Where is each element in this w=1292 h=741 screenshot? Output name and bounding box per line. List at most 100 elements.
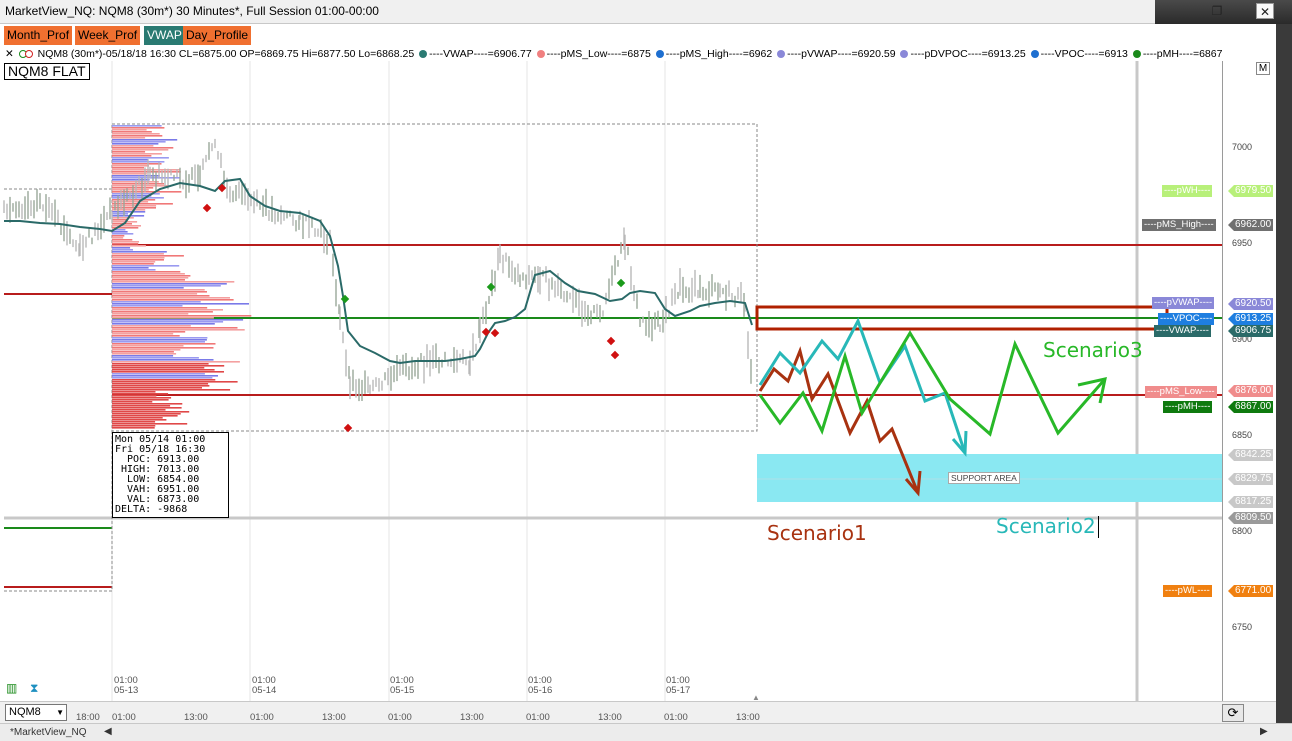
profile-bar [112,347,214,349]
symbol-label: NQM8 FLAT [4,63,90,80]
time-axis-bar: NQM8 ▼ 18:00 01:00 13:00 01:00 13:00 01:0… [0,701,1276,723]
profile-bar [112,369,215,371]
profile-bar [112,373,205,375]
vwap-button[interactable]: VWAP [144,26,185,45]
last-price-value-tag: 6809.50 [1228,512,1274,524]
profile-bar [112,245,146,247]
scroll-right-icon[interactable]: ▶ [1260,726,1268,737]
week-prof-button[interactable]: Week_Prof [75,26,141,45]
profile-bar [112,295,210,297]
profile-bar [112,143,159,145]
profile-bar [112,225,141,227]
profile-bar [112,411,190,413]
profile-bar [112,309,223,311]
time-tick: 13:00 [184,712,208,723]
profile-bar [112,233,134,235]
profile-bar [112,427,155,429]
profile-bar [112,185,169,187]
profile-bar [112,311,213,313]
profile-bar [112,379,216,381]
vwap-value-tag: 6906.75 [1228,325,1274,337]
refresh-icon[interactable]: ⟳ [1222,704,1244,722]
profile-bar [112,253,164,255]
profile-bar [112,269,156,271]
profile-bar [112,399,169,401]
bar-chart-icon[interactable]: ▥ [6,681,22,695]
profile-bar [112,153,162,155]
profile-bar [112,131,152,133]
month-prof-button[interactable]: Month_Prof [4,26,73,45]
pvwap-line-tag: ----pVWAP---- [1152,297,1215,309]
time-tick: 01:00 [250,712,274,723]
profile-bar [112,129,147,131]
price-tick: 7000 [1232,142,1253,152]
profile-bar [112,319,244,321]
profile-bar [112,145,154,147]
profile-bar [112,343,216,345]
time-tick: 13:00 [736,712,760,723]
profile-bar [112,147,174,149]
profile-bar [112,293,198,295]
hourglass-icon[interactable]: ⧗ [30,681,44,695]
profile-bar [112,127,165,129]
profile-bar [112,357,199,359]
pwl-value-tag: 6771.00 [1228,585,1274,597]
profile-bar [112,375,218,377]
instrument-summary: NQM8 (30m*)-05/18/18 16:30 CL=6875.00 OP… [37,48,415,60]
scenario2-label: Scenario2 [996,514,1096,538]
profile-bar [112,383,209,385]
profile-bar [112,331,186,333]
profile-bar [112,425,156,427]
scroll-left-icon[interactable]: ◀ [104,726,112,737]
m-button[interactable]: M [1256,62,1270,75]
vertical-scrollbar[interactable] [1276,24,1292,723]
scenario3-label: Scenario3 [1043,338,1143,362]
support-area-label: SUPPORT AREA [948,472,1020,484]
profile-bar [112,363,209,365]
profile-bar [112,419,167,421]
profile-bar [112,417,163,419]
legend-vpoc-dot [1030,50,1039,58]
profile-bar [112,243,139,245]
pms-high-value-tag: 6962.00 [1228,219,1274,231]
profile-bar [112,213,128,215]
close-icon[interactable]: ✕ [5,48,14,60]
day-profile-button[interactable]: Day_Profile [183,26,252,45]
profile-bar [112,219,128,221]
time-tick: 13:00 [460,712,484,723]
window-titlebar: MarketView_NQ: NQM8 (30m*) 30 Minutes*, … [0,0,1292,24]
profile-bar [112,241,139,243]
restore-icon[interactable]: ❐ [1208,3,1226,19]
profile-bar [112,307,208,309]
text-cursor [1098,516,1099,538]
price-chart[interactable]: SUPPORT AREA Scenario1 Scenario2 Scenari… [0,61,1276,702]
profile-bar [112,133,160,135]
profile-bar [112,211,146,213]
time-tick: 01:00 [526,712,550,723]
profile-bar [112,273,185,275]
profile-bar [112,325,191,327]
profile-bar [112,359,214,361]
pms-low-value-tag: 6876.00 [1228,385,1274,397]
profile-bar [112,405,171,407]
legend-pvwap-dot [777,50,786,58]
profile-bar [112,141,166,143]
symbol-select[interactable]: NQM8 ▼ [5,704,67,721]
tab-marketview-nq[interactable]: *MarketView_NQ [10,727,87,738]
tab-bar: *MarketView_NQ ◀ ▶ [0,723,1292,741]
profile-bar [112,177,181,179]
support-top-value-tag: 6842.25 [1228,449,1274,461]
profile-bar [112,163,162,165]
profile-bar [112,413,181,415]
profile-bar [112,365,225,367]
close-icon[interactable]: ✕ [1256,3,1274,19]
profile-stats-box: Mon 05/14 01:00 Fri 05/18 16:30 POC: 6913… [112,432,229,518]
price-axis[interactable] [1222,61,1276,701]
legend-pdvpoc: ----pDVPOC----=6913.25 [910,48,1026,60]
legend-pvwap: ----pVWAP----=6920.59 [787,48,896,60]
profile-bar [112,257,165,259]
pms-low-line-tag: ----pMS_Low---- [1145,386,1217,398]
profile-bar [112,371,224,373]
profile-bar [112,139,178,141]
profile-bar [112,277,189,279]
